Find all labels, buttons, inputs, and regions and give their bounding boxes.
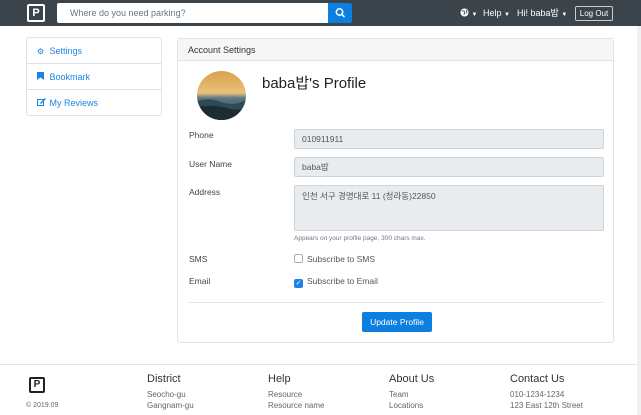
edit-icon <box>37 91 47 117</box>
globe-menu[interactable]: ▼ <box>460 0 477 26</box>
username-field[interactable]: baba밥 <box>294 157 604 177</box>
bookmark-icon <box>37 65 47 91</box>
footer-column-district: District Seocho-gu Gangnam-gu <box>147 373 194 410</box>
footer-link[interactable]: Gangnam-gu <box>147 401 194 410</box>
sidebar-item-my-reviews[interactable]: My Reviews <box>27 90 161 116</box>
address-label: Address <box>189 187 221 197</box>
update-profile-button[interactable]: Update Profile <box>362 312 432 332</box>
help-menu[interactable]: Help ▼ <box>483 0 510 26</box>
search-placeholder: Where do you need parking? <box>70 8 186 18</box>
footer-heading: About Us <box>389 373 435 385</box>
footer-column-about: About Us Team Locations <box>389 373 434 410</box>
user-menu[interactable]: Hi! baba밥 ▼ <box>517 0 567 26</box>
footer-link[interactable]: Team <box>389 390 434 399</box>
logout-button[interactable]: Log Out <box>575 6 613 21</box>
user-greeting: Hi! baba밥 <box>517 8 559 18</box>
chevron-down-icon: ▼ <box>504 12 510 18</box>
logo[interactable]: P <box>27 4 45 22</box>
sms-checkbox[interactable] <box>294 254 303 263</box>
settings-sidebar: ⚙ Settings Bookmark My Reviews <box>26 37 162 116</box>
search-icon <box>335 8 345 18</box>
footer-link[interactable]: Resource <box>268 390 324 399</box>
avatar <box>197 71 246 120</box>
email-checkbox[interactable]: ✓ <box>294 279 303 288</box>
top-navbar: P Where do you need parking? ▼ Help ▼ Hi… <box>0 0 641 26</box>
globe-icon <box>460 8 469 17</box>
profile-title: baba밥's Profile <box>262 75 367 92</box>
email-label: Email <box>189 276 211 286</box>
footer-link[interactable]: Seocho-gu <box>147 390 194 399</box>
card-header: Account Settings <box>178 39 613 61</box>
footer-heading: Help <box>268 373 291 385</box>
phone-label: Phone <box>189 130 214 140</box>
footer-column-help: Help Resource Resource name <box>268 373 324 410</box>
page-scrollbar[interactable] <box>637 26 641 415</box>
address-hint: Appears on your profile page, 300 chars … <box>294 235 426 242</box>
phone-field[interactable]: 010911911 <box>294 129 604 149</box>
username-label: User Name <box>189 159 232 169</box>
footer-link[interactable]: Locations <box>389 401 434 410</box>
chevron-down-icon: ▼ <box>561 12 568 18</box>
footer-heading: District <box>147 373 181 385</box>
address-field[interactable]: 인천 서구 경명대로 11 (청라동)22850 <box>294 185 604 231</box>
account-settings-card: Account Settings baba밥's Profile Phone 0… <box>177 38 614 343</box>
footer-link[interactable]: Resource name <box>268 401 324 410</box>
search-input[interactable]: Where do you need parking? <box>57 3 328 23</box>
footer-text: 123 East 12th Street <box>510 401 583 410</box>
gear-icon: ⚙ <box>37 47 45 56</box>
copyright: © 2019.09 <box>26 402 59 409</box>
footer-column-contact: Contact Us 010-1234-1234 123 East 12th S… <box>510 373 583 410</box>
sidebar-item-settings[interactable]: ⚙ Settings <box>27 38 161 64</box>
sidebar-item-label: Settings <box>49 46 83 56</box>
sms-label: SMS <box>189 254 208 264</box>
search-button[interactable] <box>328 3 352 23</box>
email-checkbox-row[interactable]: ✓ Subscribe to Email <box>294 276 378 288</box>
email-checkbox-label: Subscribe to Email <box>307 276 378 286</box>
sms-checkbox-label: Subscribe to SMS <box>307 254 376 264</box>
sms-checkbox-row[interactable]: Subscribe to SMS <box>294 254 375 264</box>
sidebar-item-label: My Reviews <box>49 98 99 108</box>
help-label: Help <box>483 8 502 18</box>
footer-divider <box>0 364 641 365</box>
chevron-down-icon: ▼ <box>471 12 478 18</box>
sidebar-item-bookmark[interactable]: Bookmark <box>27 64 161 90</box>
footer-text: 010-1234-1234 <box>510 390 565 399</box>
divider <box>188 302 603 303</box>
sidebar-item-label: Bookmark <box>49 72 91 82</box>
footer-logo[interactable]: P <box>29 377 45 393</box>
footer-heading: Contact Us <box>510 373 565 385</box>
